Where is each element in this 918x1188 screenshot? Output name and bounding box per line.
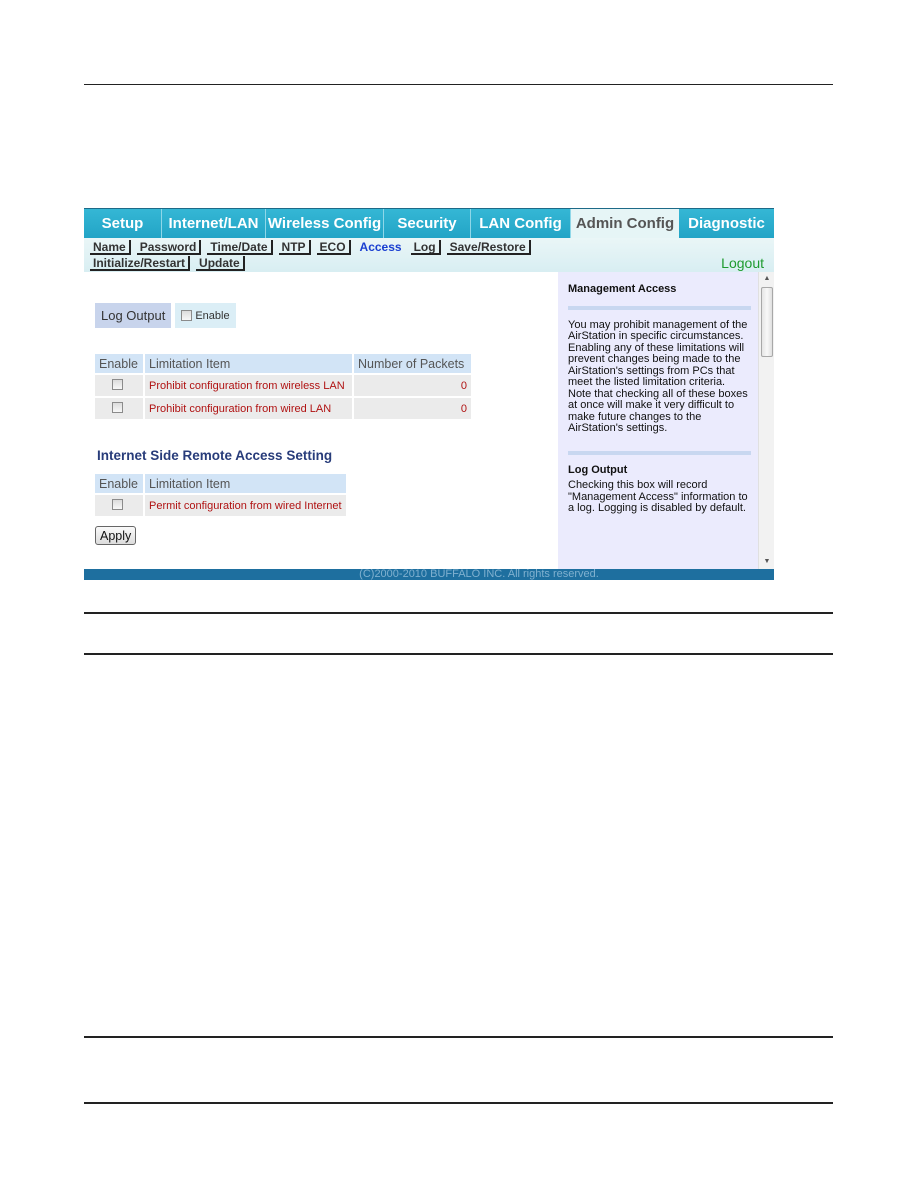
log-output-checkbox[interactable]	[181, 310, 193, 321]
subnav-save-restore[interactable]: Save/Restore	[446, 240, 531, 255]
tab-diagnostic[interactable]: Diagnostic	[679, 209, 774, 238]
subnav-eco[interactable]: ECO	[316, 240, 351, 255]
internet-section-title: Internet Side Remote Access Setting	[97, 448, 333, 463]
tab-internet-lan[interactable]: Internet/LAN	[162, 209, 266, 238]
header-enable: Enable	[95, 474, 143, 493]
help-divider	[568, 450, 751, 455]
table-row: Prohibit configuration from wireless LAN…	[95, 375, 471, 396]
help-title-management-access: Management Access	[568, 283, 677, 295]
tab-wireless-config[interactable]: Wireless Config	[266, 209, 384, 238]
subnav-password[interactable]: Password	[136, 240, 202, 255]
table-row: Prohibit configuration from wired LAN 0	[95, 398, 471, 419]
wireless-lan-checkbox[interactable]	[112, 378, 123, 390]
scroll-up-arrow-icon[interactable]: ▲	[759, 272, 774, 286]
management-access-table: Enable Limitation Item Number of Packets…	[93, 352, 473, 421]
page-rule	[84, 653, 833, 655]
table-header-row: Enable Limitation Item	[95, 474, 346, 493]
help-scrollbar[interactable]: ▲ ▼	[758, 272, 774, 569]
header-enable: Enable	[95, 354, 143, 373]
help-content: Management Access You may prohibit manag…	[562, 272, 757, 569]
help-text-management-access: You may prohibit management of the AirSt…	[568, 318, 748, 434]
subnav-initialize-restart[interactable]: Initialize/Restart	[90, 256, 191, 271]
limitation-item: Prohibit configuration from wired LAN	[145, 398, 352, 419]
subnav-time-date[interactable]: Time/Date	[207, 240, 273, 255]
help-text-log-output: Checking this box will record "Managemen…	[568, 479, 748, 514]
tab-lan-config[interactable]: LAN Config	[471, 209, 571, 238]
page-rule	[84, 1102, 833, 1104]
apply-button[interactable]: Apply	[95, 526, 137, 545]
scroll-down-arrow-icon[interactable]: ▼	[759, 555, 774, 569]
log-output-row: Log Output Enable	[95, 303, 236, 328]
tab-security[interactable]: Security	[384, 209, 471, 238]
copyright-footer: (C)2000-2010 BUFFALO INC. All rights res…	[84, 569, 774, 580]
limitation-item: Prohibit configuration from wireless LAN	[145, 375, 352, 396]
logout-link[interactable]: Logout	[721, 255, 764, 271]
log-output-enable: Enable	[175, 303, 236, 328]
scroll-thumb[interactable]	[761, 287, 773, 357]
page-rule	[84, 612, 833, 614]
table-row: Permit configuration from wired Internet	[95, 495, 346, 516]
router-admin-screenshot: Setup Internet/LAN Wireless Config Secur…	[84, 208, 774, 580]
subnav-access[interactable]: Access	[357, 240, 405, 255]
tab-setup[interactable]: Setup	[84, 209, 162, 238]
header-limitation-item: Limitation Item	[145, 354, 352, 373]
wired-internet-checkbox[interactable]	[112, 498, 123, 510]
packet-count: 0	[354, 398, 471, 419]
sub-navigation: Name Password Time/Date NTP ECO Access L…	[84, 238, 774, 272]
limitation-item: Permit configuration from wired Internet	[145, 495, 346, 516]
internet-access-table: Enable Limitation Item Permit configurat…	[93, 472, 348, 518]
header-limitation-item: Limitation Item	[145, 474, 346, 493]
table-header-row: Enable Limitation Item Number of Packets	[95, 354, 471, 373]
main-content: Log Output Enable Enable Limitation Item…	[84, 272, 558, 569]
help-divider	[568, 305, 751, 310]
subnav-update[interactable]: Update	[196, 256, 245, 271]
subnav-ntp[interactable]: NTP	[278, 240, 311, 255]
wired-lan-checkbox[interactable]	[112, 401, 123, 413]
tab-admin-config[interactable]: Admin Config	[571, 209, 679, 238]
header-number-of-packets: Number of Packets	[354, 354, 471, 373]
help-panel: Management Access You may prohibit manag…	[558, 272, 774, 569]
subnav-name[interactable]: Name	[90, 240, 131, 255]
packet-count: 0	[354, 375, 471, 396]
subnav-log[interactable]: Log	[410, 240, 441, 255]
help-title-log-output: Log Output	[568, 463, 628, 476]
main-tab-bar: Setup Internet/LAN Wireless Config Secur…	[84, 208, 774, 238]
page-top-rule	[84, 84, 833, 85]
log-output-label: Log Output	[95, 303, 172, 328]
page-rule	[84, 1036, 833, 1038]
log-output-enable-label: Enable	[195, 309, 230, 322]
